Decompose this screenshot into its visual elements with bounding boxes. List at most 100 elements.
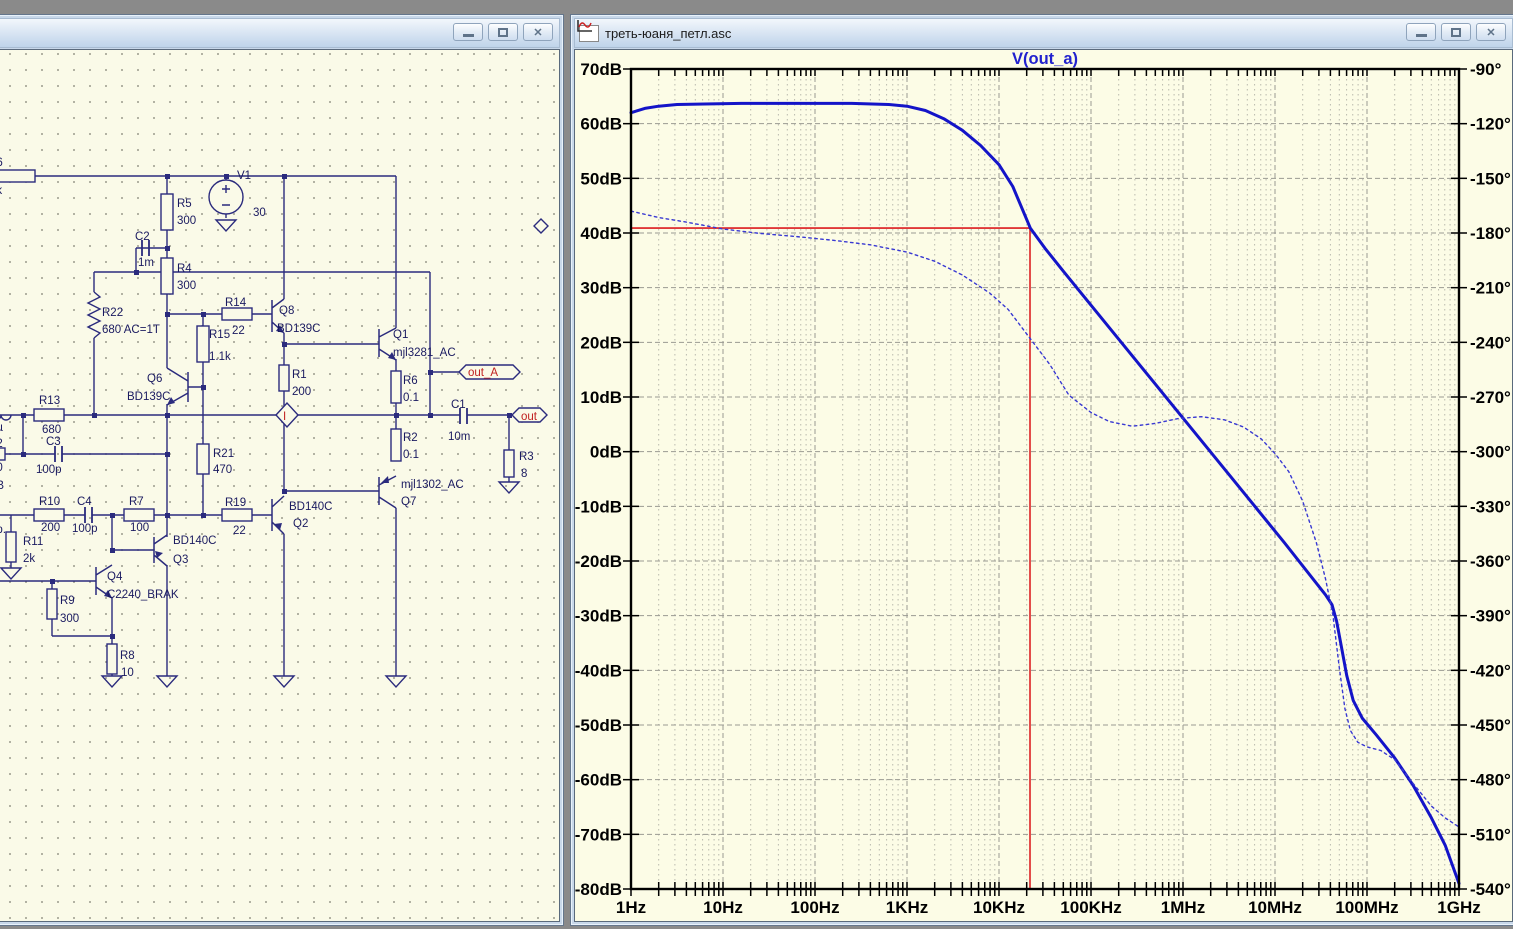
schematic-label: 2k bbox=[23, 553, 35, 565]
restore-icon bbox=[498, 27, 508, 37]
schematic-label: 100 bbox=[130, 522, 149, 534]
minimize-button[interactable] bbox=[453, 23, 483, 41]
current-source bbox=[275, 401, 299, 429]
plot-border bbox=[629, 67, 1461, 891]
schematic-label: 0p. bbox=[0, 524, 6, 536]
minimize-button[interactable] bbox=[1406, 23, 1436, 41]
schematic-label: R1 bbox=[292, 369, 307, 381]
schematic-label: 300 bbox=[60, 613, 79, 625]
close-button[interactable]: ✕ bbox=[1476, 23, 1506, 41]
y-right-tick-label: -510° bbox=[1470, 825, 1511, 844]
emitter-arrows bbox=[104, 325, 396, 598]
minimize-icon bbox=[1415, 34, 1427, 37]
waveform-icon bbox=[577, 20, 599, 42]
y-right-tick-label: -390° bbox=[1470, 607, 1511, 626]
x-tick-label: 10Hz bbox=[703, 898, 743, 917]
phase-curve[interactable] bbox=[630, 210, 1460, 828]
y-right-tick-label: -450° bbox=[1470, 716, 1511, 735]
x-tick-label: 100MHz bbox=[1335, 898, 1398, 917]
x-tick-label: 100Hz bbox=[790, 898, 839, 917]
schematic-label: 0µ bbox=[0, 422, 3, 434]
schematic-window: ✕ V1 30 R5 300 C2 1m R4 300 R22 680 AC=1… bbox=[0, 14, 564, 926]
schematic-label: 22 bbox=[232, 325, 245, 337]
y-right-tick-label: -360° bbox=[1470, 552, 1511, 571]
y-right-tick-label: -480° bbox=[1470, 771, 1511, 790]
schematic-label: 200 bbox=[292, 386, 311, 398]
resistor-zigzag bbox=[86, 291, 102, 339]
schematic-label: R10 bbox=[39, 496, 60, 508]
schematic-label: 0.1 bbox=[403, 392, 419, 404]
y-left-tick-label: 60dB bbox=[580, 115, 622, 134]
schematic-labels: 168kV130R5300C21mR4300R22680 AC=1TR1422R… bbox=[0, 157, 538, 679]
x-tick-label: 1GHz bbox=[1437, 898, 1480, 917]
schematic-label: 300 bbox=[177, 280, 196, 292]
schematic-label: 16 bbox=[0, 157, 3, 169]
y-left-tick-label: -80dB bbox=[575, 880, 622, 899]
schematic-label: C1 bbox=[451, 399, 466, 411]
schematic-label: out_A bbox=[468, 367, 498, 379]
wire bbox=[0, 175, 512, 676]
schematic-label: 200 bbox=[41, 522, 60, 534]
schematic-label: R9 bbox=[60, 595, 75, 607]
schematic-label: V1 bbox=[237, 170, 251, 182]
schematic-label: BD140C bbox=[173, 535, 216, 547]
plot-title: V(out_a) bbox=[1012, 50, 1078, 68]
schematic-label: 1.1k bbox=[209, 351, 231, 363]
schematic-label: R7 bbox=[129, 496, 144, 508]
y-right-tick-label: -300° bbox=[1470, 443, 1511, 462]
y-left-tick-label: -70dB bbox=[575, 825, 622, 844]
y-right-tick-label: -90° bbox=[1470, 60, 1502, 79]
schematic-label: R5 bbox=[177, 198, 192, 210]
y-right-tick-label: -540° bbox=[1470, 880, 1511, 899]
plot-canvas[interactable]: 70dB 60dB 50dB 40dB 30dB 20dB 10dB 0dB -10dB -20d… bbox=[574, 49, 1513, 922]
y-right-tick-label: -150° bbox=[1470, 169, 1511, 188]
schematic-label: 100p bbox=[36, 464, 62, 476]
restore-icon bbox=[1451, 27, 1461, 37]
schematic-label: 8 bbox=[521, 468, 527, 480]
schematic-label: BD139C bbox=[127, 391, 170, 403]
schematic-label: C2 bbox=[135, 231, 150, 243]
schematic-label: 680 AC=1T bbox=[102, 324, 160, 336]
schematic-label: out bbox=[521, 411, 538, 423]
schematic-label: 0.1 bbox=[403, 449, 419, 461]
restore-button[interactable] bbox=[488, 23, 518, 41]
schematic-label: mjl1302_AC bbox=[401, 479, 464, 491]
close-button[interactable]: ✕ bbox=[523, 23, 553, 41]
axis-labels: 70dB 60dB 50dB 40dB 30dB 20dB 10dB 0dB -10dB -20d… bbox=[575, 60, 1511, 917]
grid-major bbox=[631, 69, 1459, 889]
schematic-window-titlebar[interactable]: ✕ bbox=[0, 18, 560, 48]
schematic-label: 100p bbox=[72, 523, 98, 535]
schematic-label: 7B bbox=[0, 480, 4, 492]
schematic-label: R4 bbox=[177, 263, 192, 275]
schematic-label: 10 bbox=[121, 667, 134, 679]
schematic-label: Q1 bbox=[393, 329, 408, 341]
schematic-canvas[interactable]: 168kV130R5300C21mR4300R22680 AC=1TR1422R… bbox=[0, 49, 560, 922]
schematic-label: R6 bbox=[403, 375, 418, 387]
schematic-label: 30 bbox=[253, 207, 266, 219]
gain-curve[interactable] bbox=[629, 101, 1461, 885]
inductor-coil bbox=[0, 414, 12, 421]
schematic-label: R19 bbox=[225, 497, 246, 509]
restore-button[interactable] bbox=[1441, 23, 1471, 41]
schematic-label: R13 bbox=[39, 395, 60, 407]
y-left-tick-label: -30dB bbox=[575, 607, 622, 626]
y-right-tick-label: -240° bbox=[1470, 333, 1511, 352]
bode-plot: 70dB 60dB 50dB 40dB 30dB 20dB 10dB 0dB -10dB -20d… bbox=[575, 50, 1511, 917]
y-right-tick-label: -120° bbox=[1470, 115, 1511, 134]
schematic-label: Q2 bbox=[293, 518, 308, 530]
schematic-label: BD140C bbox=[289, 501, 332, 513]
schematic-label: R15 bbox=[209, 329, 230, 341]
schematic-label: 22 bbox=[233, 525, 246, 537]
schematic-label: Q6 bbox=[147, 373, 162, 385]
schematic-label: 680 bbox=[42, 424, 61, 436]
y-left-tick-label: -10dB bbox=[575, 497, 622, 516]
y-right-tick-label: -330° bbox=[1470, 497, 1511, 516]
plot-window-titlebar[interactable]: треть-юаня_петл.asc ✕ bbox=[574, 18, 1513, 48]
schematic-label: BD139C bbox=[277, 323, 320, 335]
schematic-label: C3 bbox=[46, 436, 61, 448]
x-tick-label: 100KHz bbox=[1060, 898, 1121, 917]
y-right-tick-label: -420° bbox=[1470, 661, 1511, 680]
plot-window-title: треть-юаня_петл.asc bbox=[605, 25, 732, 41]
schematic-label: 1m bbox=[138, 257, 154, 269]
clipped-flag bbox=[533, 218, 549, 234]
